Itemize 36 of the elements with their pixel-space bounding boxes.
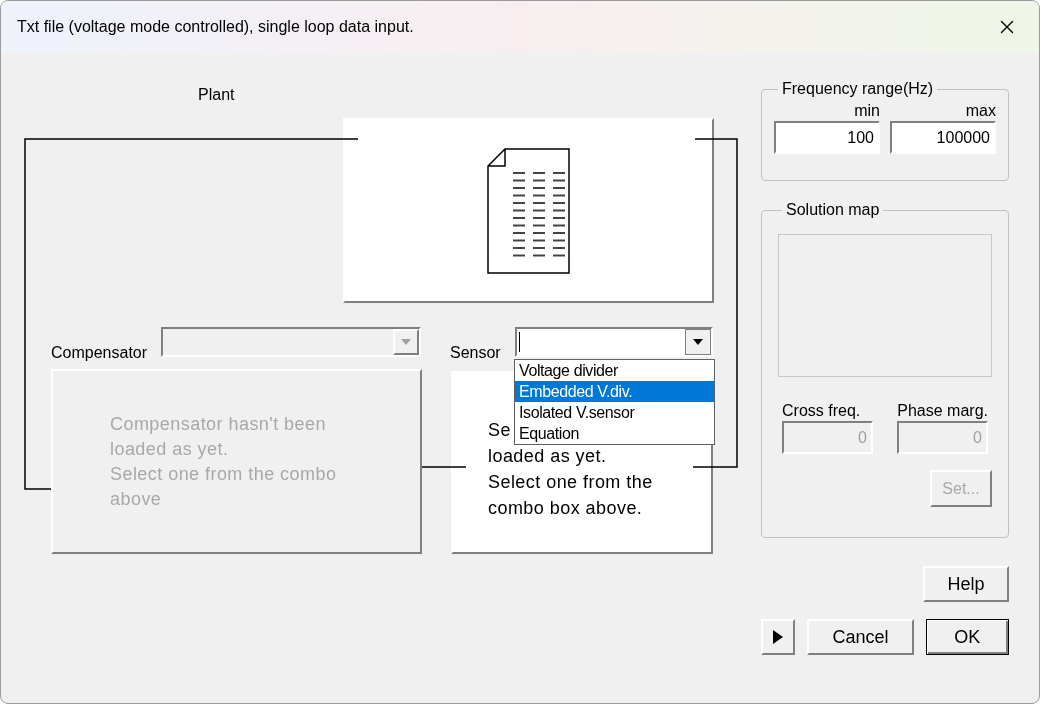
dropdown-button[interactable] [685,329,711,355]
window-title: Txt file (voltage mode controlled), single loop data input. [17,17,414,37]
help-button[interactable]: Help [923,566,1009,602]
expand-button[interactable] [761,619,796,655]
field-label: max [964,101,996,121]
dropdown-option[interactable]: Embedded V.div. [515,381,714,402]
compensator-message-line: Select one from the combo [110,463,338,486]
ok-button[interactable]: OK [925,619,1009,655]
plant-block[interactable] [343,118,714,303]
plant-label: Plant [198,85,235,105]
compensator-label: Compensator [51,343,148,363]
play-icon [773,630,784,644]
document-icon [486,147,571,274]
field-label: Cross freq. [782,401,862,421]
sensor-message-line: loaded as yet. [488,445,607,468]
compensator-message-line: Compensator hasn't been [110,413,327,436]
sensor-message-line: Select one from the [488,471,653,494]
sensor-message-line: combo box above. [488,497,643,520]
caret-icon [401,339,411,345]
compensator-message-line: above [110,488,163,511]
compensator-message-line: loaded as yet. [110,438,230,461]
connector-line [421,466,467,468]
sensor-label: Sensor [450,343,501,363]
field-label: min [853,101,880,121]
group-title: Frequency range(Hz) [781,79,935,99]
group-title: Solution map [785,200,881,220]
number-field[interactable]: 100000 [890,121,996,154]
sensor-combo[interactable] [515,327,713,357]
sensor-message-line: Se [488,419,511,442]
cancel-button[interactable]: Cancel [807,619,914,655]
number-field[interactable]: 100 [774,121,880,154]
dropdown-option[interactable]: Isolated V.sensor [515,402,714,423]
text-cursor [519,332,520,352]
dropdown-option[interactable]: Equation [515,423,714,444]
field-label: Phase marg. [897,401,988,421]
caret-icon [693,339,703,345]
